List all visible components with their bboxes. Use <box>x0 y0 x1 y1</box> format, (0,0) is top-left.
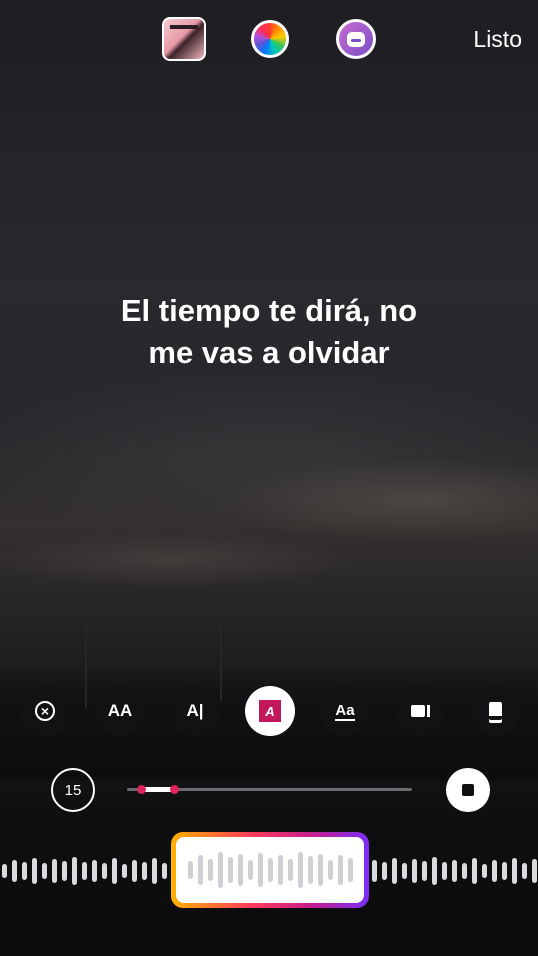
clip-duration-button[interactable]: 15 <box>51 768 95 812</box>
waveform-bar <box>482 864 487 878</box>
waveform-bar <box>82 862 87 880</box>
underline-style-button[interactable]: Aa <box>320 686 370 736</box>
waveform-bar <box>432 857 437 885</box>
waveform-bar <box>188 861 193 879</box>
waveform-bar <box>228 857 233 883</box>
text-align-button[interactable]: A| <box>170 686 220 736</box>
waveform-bar <box>532 859 537 883</box>
style-toolbar: × AA A| A Aa <box>0 686 538 736</box>
lyrics-line-2: me vas a olvidar <box>148 335 390 370</box>
waveform-bar <box>512 858 517 884</box>
waveform-bar <box>372 860 377 882</box>
waveform-bar <box>102 863 107 879</box>
selection-frame[interactable] <box>171 832 369 908</box>
card-style-button[interactable] <box>470 686 520 736</box>
waveform-bar <box>522 863 527 879</box>
close-icon: × <box>35 701 55 721</box>
waveform-bar <box>132 860 137 882</box>
sticker-icon[interactable] <box>336 19 376 59</box>
waveform-bar <box>208 859 213 881</box>
video-style-icon <box>410 705 425 717</box>
album-cover-thumbnail[interactable] <box>162 17 206 61</box>
waveform-bar <box>452 860 457 882</box>
waveform-bar <box>318 854 323 886</box>
stop-icon <box>462 784 474 796</box>
waveform-bar <box>122 864 127 878</box>
waveform-bar <box>162 863 167 879</box>
lyrics-text[interactable]: El tiempo te dirá, no me vas a olvidar <box>0 290 538 374</box>
waveform-bar <box>492 860 497 882</box>
lyrics-line-1: El tiempo te dirá, no <box>120 293 418 328</box>
waveform-bar <box>72 857 77 885</box>
waveform-bar <box>422 861 427 881</box>
segment-start-handle[interactable] <box>137 785 147 794</box>
waveform-bar <box>328 860 333 880</box>
waveform-bar <box>502 862 507 880</box>
waveform-bar <box>62 861 67 881</box>
highlight-style-icon: A <box>259 700 281 722</box>
waveform-bar <box>382 862 387 880</box>
waveform-bar <box>392 858 397 884</box>
text-size-icon: AA <box>107 701 133 720</box>
waveform-bar <box>112 858 117 884</box>
story-editor-screen: Listo El tiempo te dirá, no me vas a olv… <box>0 0 538 956</box>
stop-button[interactable] <box>446 768 490 812</box>
waveform-bar <box>298 852 303 888</box>
waveform-bar <box>152 858 157 884</box>
underline-style-icon: Aa <box>335 701 355 721</box>
waveform-bar <box>402 863 407 879</box>
top-bar: Listo <box>0 0 538 80</box>
highlight-style-button[interactable]: A <box>245 686 295 736</box>
waveform-bar <box>268 858 273 882</box>
close-style-button[interactable]: × <box>20 686 70 736</box>
waveform-bar <box>238 854 243 886</box>
selection-frame-inner <box>176 837 364 903</box>
waveform-bar <box>42 863 47 879</box>
waveform-bar <box>288 859 293 881</box>
done-button[interactable]: Listo <box>473 26 522 53</box>
segment-end-handle[interactable] <box>170 785 180 794</box>
text-size-button[interactable]: AA <box>95 686 145 736</box>
waveform-bar <box>258 853 263 887</box>
waveform-bar <box>248 860 253 880</box>
video-style-button[interactable] <box>395 686 445 736</box>
waveform-bar <box>338 855 343 885</box>
clip-scrubber: 15 <box>0 768 538 812</box>
waveform-bar <box>198 855 203 885</box>
waveform-bar <box>52 859 57 883</box>
waveform-bar <box>348 858 353 882</box>
card-style-icon <box>488 702 502 720</box>
waveform-bar <box>412 859 417 883</box>
waveform-bar <box>462 863 467 879</box>
waveform-bar <box>472 858 477 884</box>
waveform-bar <box>92 860 97 882</box>
waveform-bar <box>32 858 37 884</box>
timeline-track[interactable] <box>127 785 412 794</box>
text-align-icon: A| <box>186 701 204 720</box>
waveform-bar <box>2 864 7 878</box>
color-picker-icon[interactable] <box>251 20 289 58</box>
waveform-bar <box>308 856 313 884</box>
waveform-bar <box>22 862 27 880</box>
waveform-bar <box>12 860 17 882</box>
waveform-bar <box>142 862 147 880</box>
waveform-bar <box>218 852 223 888</box>
waveform-bar <box>442 862 447 880</box>
waveform-bar <box>278 855 283 885</box>
